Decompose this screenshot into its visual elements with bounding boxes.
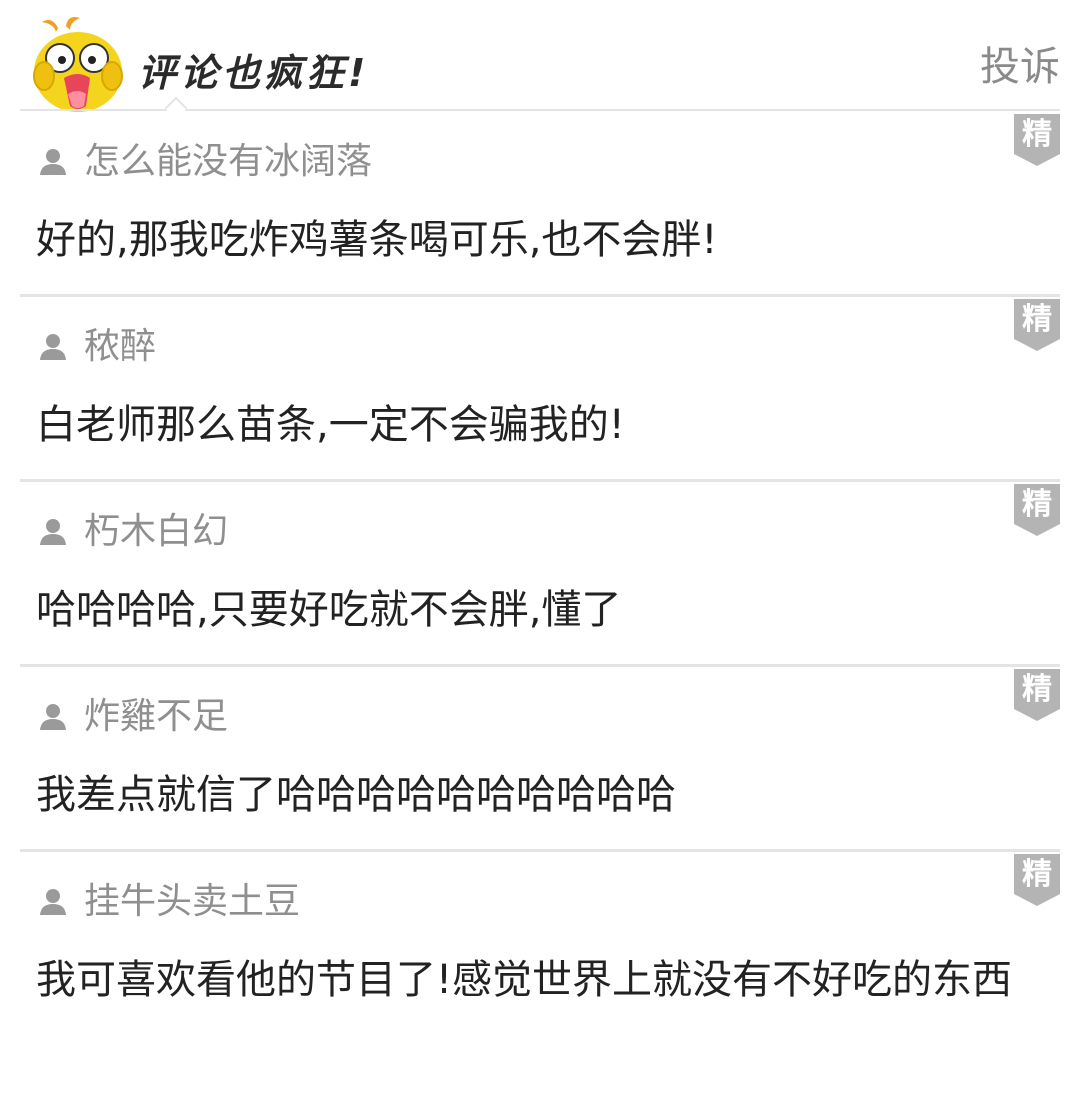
featured-badge: 精 [1014,114,1060,166]
badge-label: 精 [1022,302,1052,337]
comment-item: 怎么能没有冰阔落 好的,那我吃炸鸡薯条喝可乐,也不会胖! 精 [0,112,1080,297]
comment-user: 秾醉 [38,325,156,369]
badge-label: 精 [1022,672,1052,707]
username[interactable]: 朽木白幻 [84,510,228,554]
featured-badge: 精 [1014,854,1060,906]
featured-badge: 精 [1014,299,1060,351]
comment-user: 炸雞不足 [38,695,228,739]
badge-label: 精 [1022,487,1052,522]
comment-item: 秾醉 白老师那么苗条,一定不会骗我的! 精 [0,297,1080,482]
comments-header: 评论也疯狂! 投诉 [0,0,1080,120]
user-icon [40,704,66,730]
comment-text: 我可喜欢看他的节目了!感觉世界上就没有不好吃的东西 [36,957,1013,1003]
comment-user: 怎么能没有冰阔落 [38,140,372,184]
header-title: 评论也疯狂! [138,51,370,95]
comment-user: 挂牛头卖土豆 [38,880,300,924]
user-icon [40,889,66,915]
username[interactable]: 挂牛头卖土豆 [84,880,300,924]
comment-item: 炸雞不足 我差点就信了哈哈哈哈哈哈哈哈哈哈 精 [0,667,1080,852]
comment-text: 我差点就信了哈哈哈哈哈哈哈哈哈哈 [36,772,676,818]
user-icon [40,334,66,360]
featured-badge: 精 [1014,484,1060,536]
comment-text: 哈哈哈哈,只要好吃就不会胖,懂了 [36,587,622,633]
badge-label: 精 [1022,117,1052,152]
user-icon [40,519,66,545]
comment-user: 朽木白幻 [38,510,228,554]
comment-text: 白老师那么苗条,一定不会骗我的! [36,402,625,448]
badge-label: 精 [1022,857,1052,892]
duck-mascot-icon [33,17,123,112]
user-icon [40,149,66,175]
comment-text: 好的,那我吃炸鸡薯条喝可乐,也不会胖! [36,217,718,263]
comment-item: 朽木白幻 哈哈哈哈,只要好吃就不会胖,懂了 精 [0,482,1080,667]
report-button[interactable]: 投诉 [980,42,1060,92]
username[interactable]: 秾醉 [84,325,156,369]
comment-item: 挂牛头卖土豆 我可喜欢看他的节目了!感觉世界上就没有不好吃的东西 精 [0,852,1080,1103]
featured-badge: 精 [1014,669,1060,721]
username[interactable]: 炸雞不足 [84,695,228,739]
username[interactable]: 怎么能没有冰阔落 [84,140,372,184]
